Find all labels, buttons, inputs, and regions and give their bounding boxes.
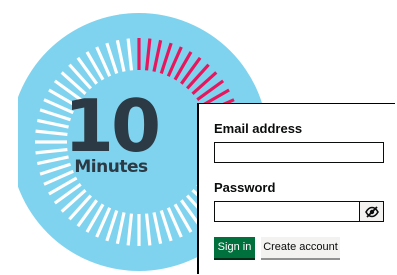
password-label: Password [214, 180, 276, 195]
timer-number: 10 [63, 84, 161, 168]
email-label: Email address [214, 121, 303, 136]
show-password-button[interactable] [360, 201, 384, 222]
sign-in-button[interactable]: Sign in [214, 237, 255, 258]
sign-in-form: Email address Password Sign in Create ac… [199, 104, 397, 275]
email-field[interactable] [214, 142, 384, 163]
timer-unit-label: Minutes [74, 157, 148, 177]
eye-slash-icon [364, 205, 379, 218]
create-account-button[interactable]: Create account [261, 237, 340, 258]
screenshot-stage: 10 Minutes Email address Password Sign i… [0, 0, 397, 275]
password-field[interactable] [214, 201, 360, 222]
